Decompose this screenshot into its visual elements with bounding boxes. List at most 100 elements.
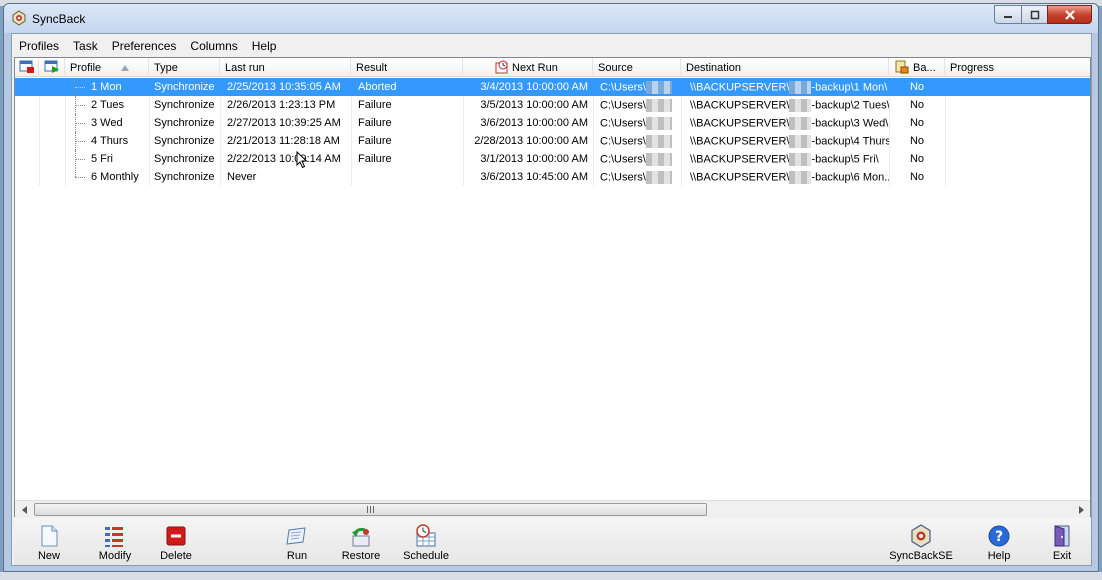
- menu-profiles[interactable]: Profiles: [12, 36, 66, 55]
- cell-type: Synchronize: [154, 117, 215, 129]
- column-header-destination[interactable]: Destination: [681, 58, 889, 77]
- syncbackse-button[interactable]: SyncBackSE: [889, 524, 953, 564]
- cell-source: C:\Users\: [595, 96, 681, 114]
- destination-server: \\BACKUPSERVER\: [690, 153, 790, 166]
- tree-line: [75, 87, 85, 88]
- modify-list-icon: [105, 527, 123, 547]
- cell-profile: 6 Monthly: [91, 171, 139, 183]
- cell-next-run: 3/1/2013 10:00:00 AM: [480, 153, 588, 165]
- grip-icon: [366, 506, 374, 513]
- column-header-result[interactable]: Result: [351, 58, 463, 77]
- tree-line: [75, 159, 85, 160]
- profiles-list[interactable]: Profile Type Last run Result Next Run So…: [14, 57, 1091, 517]
- cell-backup: No: [909, 171, 925, 183]
- mouse-cursor-icon: [296, 151, 308, 169]
- column-header-source[interactable]: Source: [593, 58, 681, 77]
- column-header-run[interactable]: [39, 58, 65, 77]
- redacted-username: [789, 117, 812, 130]
- run-profile-icon: [44, 60, 59, 73]
- minimize-button[interactable]: [994, 5, 1021, 24]
- menu-task[interactable]: Task: [66, 36, 105, 55]
- source-path: C:\Users\: [600, 171, 646, 184]
- scrollbar-thumb[interactable]: [34, 503, 707, 516]
- cell-profile: 4 Thurs: [91, 135, 129, 147]
- arrow-left-icon: [21, 505, 27, 514]
- destination-server: \\BACKUPSERVER\: [690, 117, 790, 130]
- exit-door-icon: [1054, 525, 1070, 547]
- menu-bar: Profiles Task Preferences Columns Help: [12, 36, 283, 55]
- table-row[interactable]: 2 Tues Synchronize 2/26/2013 1:23:13 PM …: [15, 96, 1090, 114]
- horizontal-scrollbar[interactable]: [15, 500, 1090, 517]
- cell-source: C:\Users\: [595, 132, 681, 150]
- new-button[interactable]: New: [34, 524, 64, 564]
- cell-source: C:\Users\: [595, 114, 681, 132]
- column-profile-label: Profile: [70, 62, 102, 74]
- cell-backup: No: [909, 81, 925, 93]
- redacted-username: [645, 99, 672, 112]
- title-bar[interactable]: SyncBack: [4, 4, 1098, 33]
- redacted-username: [645, 81, 672, 94]
- redacted-username: [789, 171, 812, 184]
- column-header-stop[interactable]: [15, 58, 39, 77]
- menu-help[interactable]: Help: [245, 36, 284, 55]
- tree-line: [75, 105, 85, 106]
- cell-profile: 2 Tues: [91, 99, 125, 111]
- cell-last-run: 2/22/2013 10:09:14 AM: [227, 153, 341, 165]
- column-header-last-run[interactable]: Last run: [220, 58, 351, 77]
- cell-destination: \\BACKUPSERVER\ -backup\2 Tues\: [685, 96, 889, 114]
- destination-path: -backup\5 Fri\: [811, 153, 879, 166]
- source-path: C:\Users\: [600, 99, 646, 112]
- modify-button[interactable]: Modify: [96, 524, 134, 564]
- cell-last-run: 2/26/2013 1:23:13 PM: [227, 99, 336, 111]
- cell-type: Synchronize: [154, 81, 215, 93]
- table-row[interactable]: 1 Mon Synchronize 2/25/2013 10:35:05 AM …: [15, 78, 1090, 96]
- cell-next-run: 3/5/2013 10:00:00 AM: [480, 99, 588, 111]
- destination-path: -backup\1 Mon\: [811, 81, 888, 94]
- column-header-progress[interactable]: Progress: [945, 58, 1092, 77]
- column-header-type[interactable]: Type: [149, 58, 220, 77]
- scroll-left-button[interactable]: [16, 501, 33, 518]
- window-title: SyncBack: [32, 12, 86, 26]
- redacted-username: [789, 81, 812, 94]
- exit-label: Exit: [1052, 550, 1072, 562]
- column-header-backup[interactable]: Ba...: [889, 58, 945, 77]
- schedule-icon: [416, 524, 436, 547]
- table-row[interactable]: 5 Fri Synchronize 2/22/2013 10:09:14 AM …: [15, 150, 1090, 169]
- help-button[interactable]: ? Help: [984, 524, 1014, 564]
- schedule-clock-icon: [495, 60, 508, 74]
- table-row[interactable]: 3 Wed Synchronize 2/27/2013 10:39:25 AM …: [15, 114, 1090, 132]
- table-row[interactable]: 4 Thurs Synchronize 2/21/2013 11:28:18 A…: [15, 132, 1090, 150]
- column-backup-label: Ba...: [913, 62, 936, 74]
- redacted-username: [789, 99, 812, 112]
- menu-preferences[interactable]: Preferences: [105, 36, 184, 55]
- cell-last-run: 2/21/2013 11:28:18 AM: [227, 135, 340, 147]
- syncbackse-icon: [911, 524, 931, 548]
- window-controls: [994, 5, 1092, 25]
- redacted-username: [645, 153, 672, 166]
- cell-source: C:\Users\: [595, 150, 681, 168]
- source-path: C:\Users\: [600, 81, 646, 94]
- cell-destination: \\BACKUPSERVER\ -backup\4 Thurs\: [685, 132, 889, 150]
- restore-button[interactable]: Restore: [340, 524, 382, 564]
- run-label: Run: [286, 550, 308, 562]
- maximize-button[interactable]: [1021, 5, 1047, 24]
- cell-type: Synchronize: [154, 171, 215, 183]
- run-button[interactable]: Run: [282, 524, 312, 564]
- new-document-icon: [41, 525, 58, 547]
- cell-last-run: 2/25/2013 10:35:05 AM: [227, 81, 341, 93]
- table-row[interactable]: 6 Monthly Synchronize Never 3/6/2013 10:…: [15, 168, 1090, 186]
- scroll-right-button[interactable]: [1072, 501, 1089, 518]
- column-header-profile[interactable]: Profile: [65, 58, 149, 77]
- close-button[interactable]: [1047, 5, 1092, 24]
- exit-button[interactable]: Exit: [1048, 524, 1076, 564]
- column-header-next-run[interactable]: Next Run: [463, 58, 593, 77]
- delete-button[interactable]: Delete: [157, 524, 195, 564]
- column-next-run-label: Next Run: [512, 62, 558, 74]
- schedule-button[interactable]: Schedule: [402, 524, 450, 564]
- destination-server: \\BACKUPSERVER\: [690, 81, 790, 94]
- source-path: C:\Users\: [600, 117, 646, 130]
- destination-path: -backup\3 Wed\: [811, 117, 889, 130]
- redacted-username: [645, 135, 672, 148]
- menu-columns[interactable]: Columns: [183, 36, 244, 55]
- delete-label: Delete: [160, 550, 192, 562]
